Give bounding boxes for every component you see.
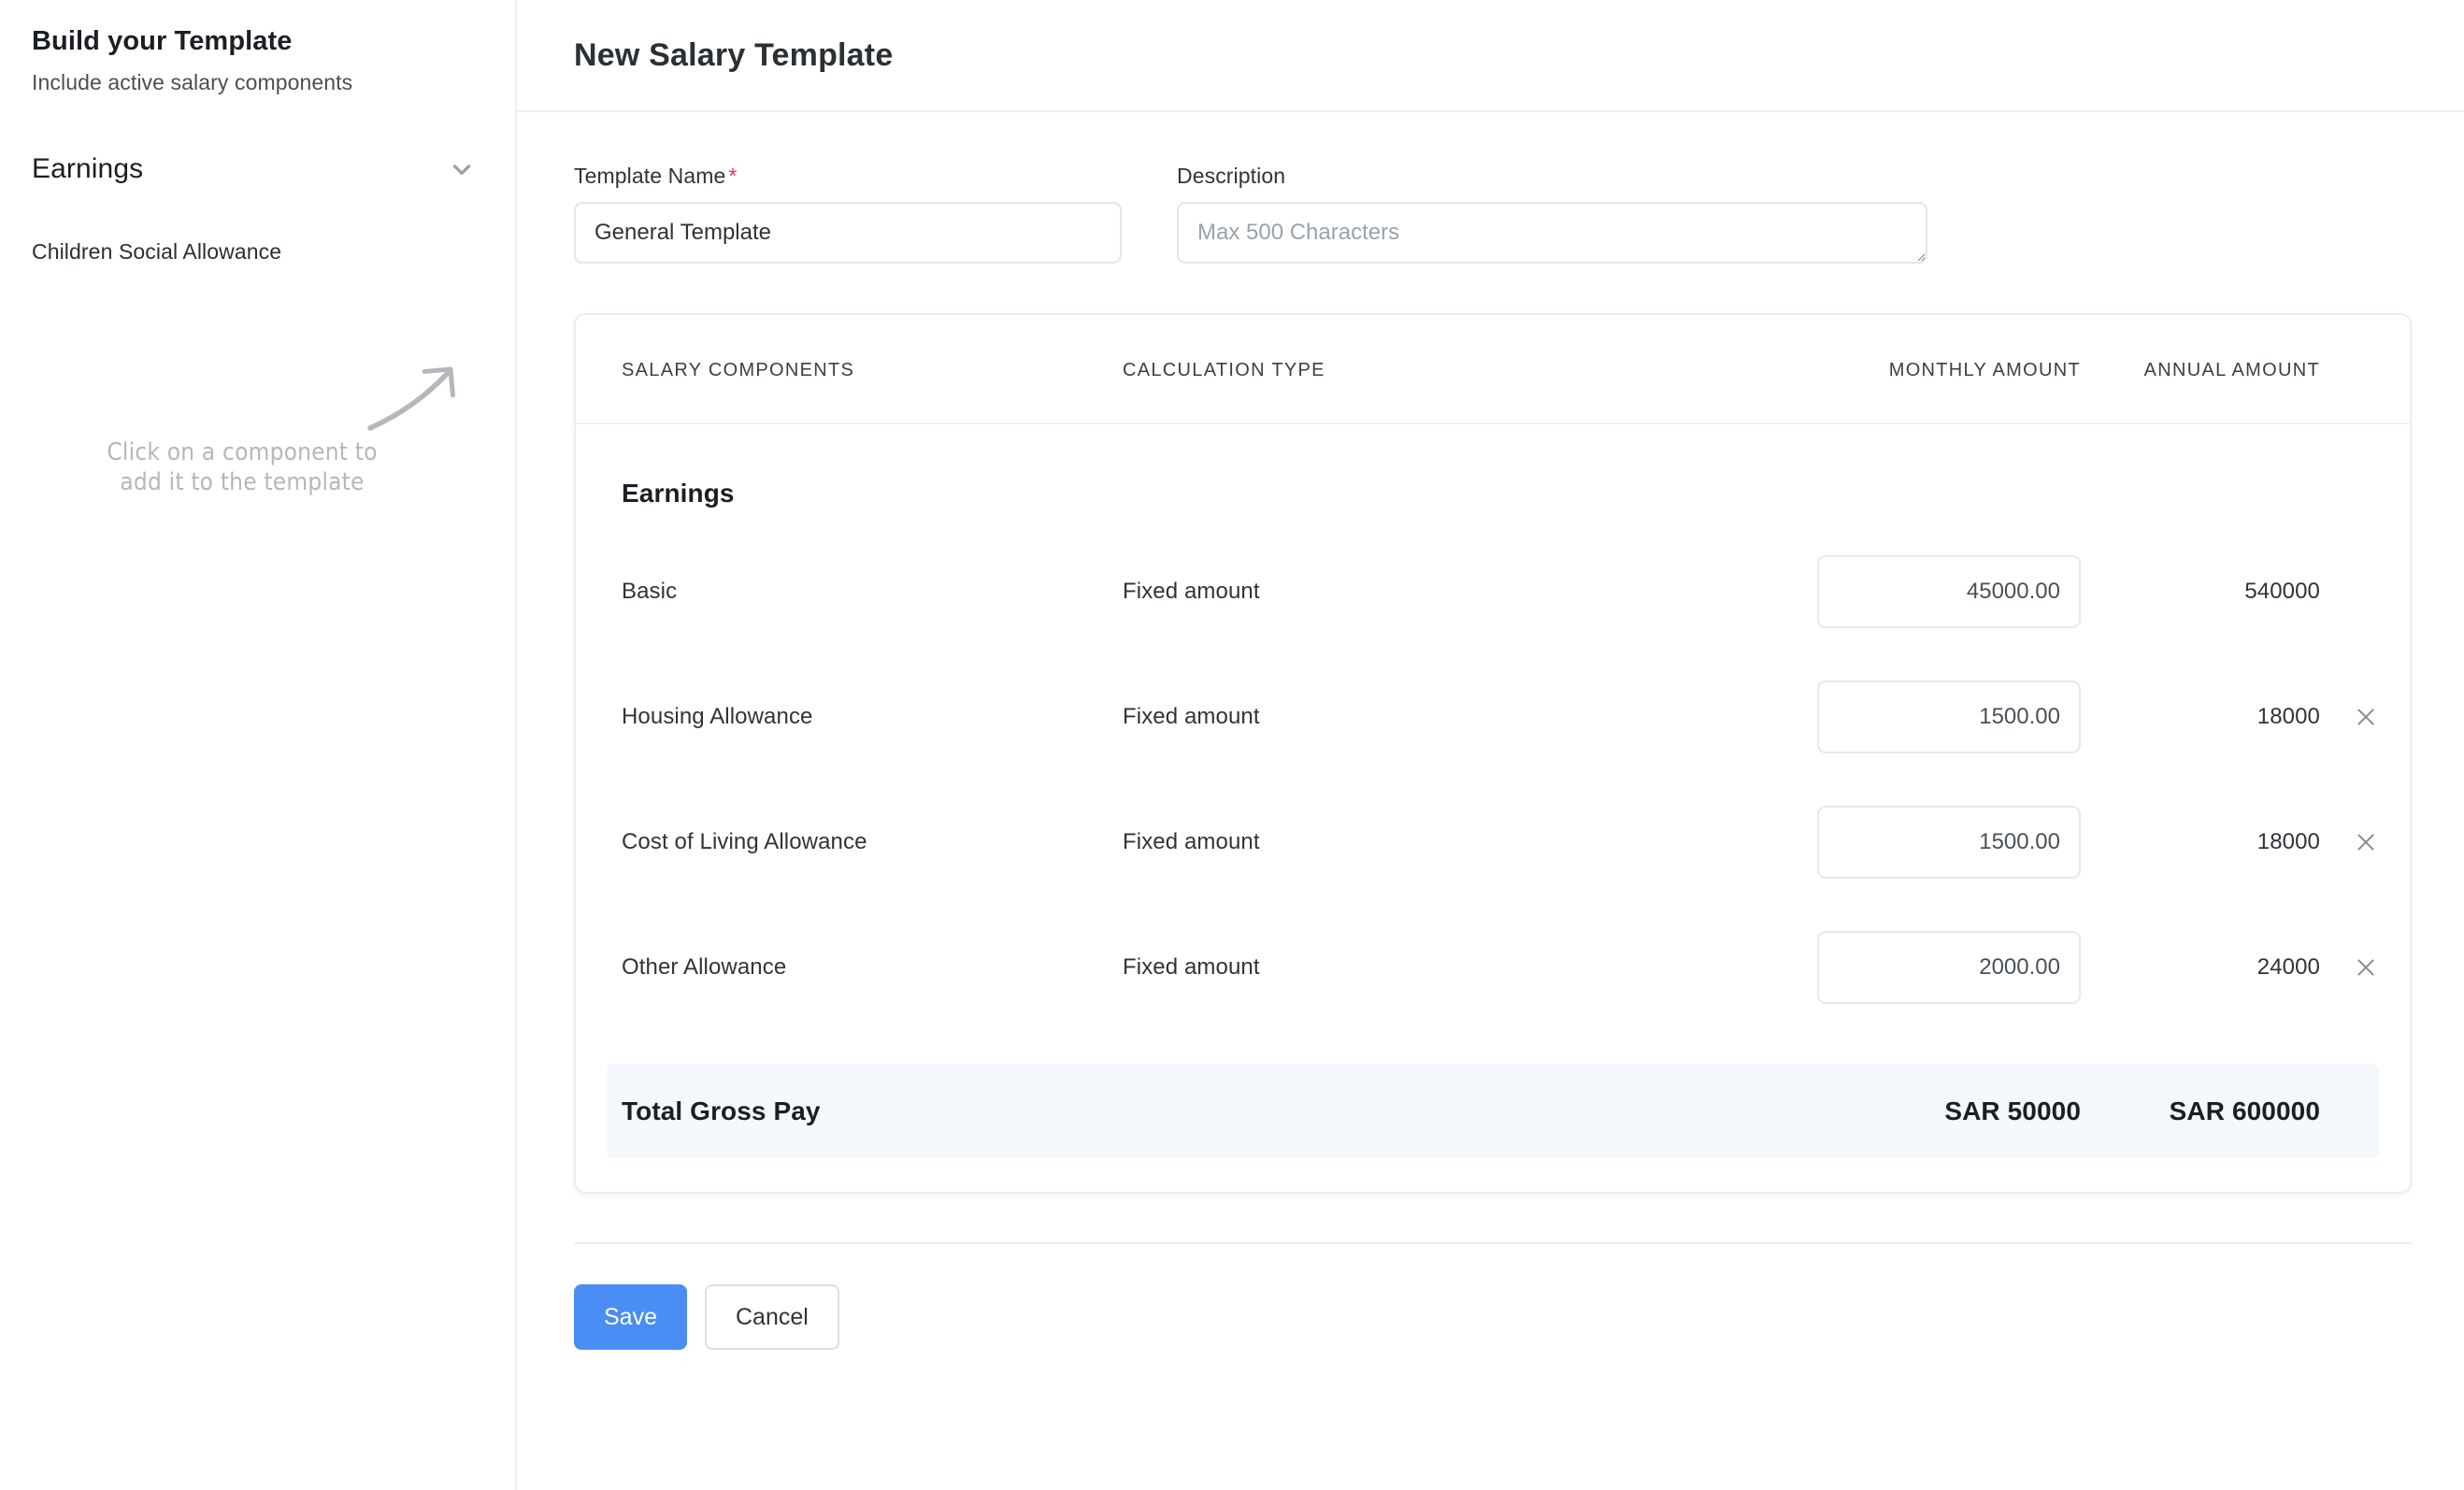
row-calculation-type: Fixed amount: [1123, 780, 1669, 905]
monthly-amount-input[interactable]: [1817, 806, 2081, 879]
column-header-monthly-amount: MONTHLY AMOUNT: [1669, 315, 2081, 423]
row-annual-amount: 18000: [2081, 780, 2320, 905]
column-header-salary-components: SALARY COMPONENTS: [576, 315, 1123, 423]
column-header-actions: [2320, 315, 2410, 423]
required-asterisk: *: [728, 164, 737, 188]
description-label: Description: [1177, 164, 1927, 189]
row-annual-amount: 540000: [2081, 529, 2320, 654]
row-component-name: Housing Allowance: [576, 654, 1123, 780]
cancel-button[interactable]: Cancel: [705, 1284, 839, 1350]
salary-components-card: SALARY COMPONENTS CALCULATION TYPE MONTH…: [574, 313, 2412, 1194]
table-row: Basic Fixed amount 540000: [576, 529, 2410, 654]
row-component-name: Cost of Living Allowance: [576, 780, 1123, 905]
row-monthly-amount-cell: [1669, 529, 2081, 654]
curved-arrow-icon: [366, 361, 469, 434]
total-annual-amount: SAR 600000: [2081, 1096, 2320, 1126]
empty-state-hint: Click on a component to add it to the te…: [0, 361, 517, 548]
row-actions: [2320, 905, 2410, 1030]
row-monthly-amount-cell: [1669, 905, 2081, 1030]
template-builder-sidebar: Build your Template Include active salar…: [0, 0, 517, 1490]
row-calculation-type: Fixed amount: [1123, 905, 1669, 1030]
template-name-field: Template Name*: [574, 164, 1122, 264]
page-header: New Salary Template: [517, 0, 2464, 112]
table-header: SALARY COMPONENTS CALCULATION TYPE MONTH…: [576, 315, 2410, 423]
template-name-label: Template Name*: [574, 164, 1122, 189]
row-monthly-amount-cell: [1669, 654, 2081, 780]
row-calculation-type: Fixed amount: [1123, 529, 1669, 654]
hint-line-1: Click on a component to: [0, 437, 484, 467]
section-title-earnings: Earnings: [576, 423, 2410, 529]
main-panel: New Salary Template Template Name* Descr…: [517, 0, 2464, 1490]
row-component-name: Basic: [576, 529, 1123, 654]
app-root: Build your Template Include active salar…: [0, 0, 2464, 1490]
table-row: Cost of Living Allowance Fixed amount 18…: [576, 780, 2410, 905]
column-header-annual-amount: ANNUAL AMOUNT: [2081, 315, 2320, 423]
template-name-label-text: Template Name: [574, 164, 725, 188]
table-header-row: SALARY COMPONENTS CALCULATION TYPE MONTH…: [576, 315, 2410, 423]
sidebar-item-children-social-allowance[interactable]: Children Social Allowance: [32, 239, 483, 265]
row-monthly-amount-cell: [1669, 780, 2081, 905]
table-row: Other Allowance Fixed amount 24000: [576, 905, 2410, 1030]
row-actions: [2320, 654, 2410, 780]
hint-text: Click on a component to add it to the te…: [0, 437, 484, 497]
table-body: Earnings Basic Fixed amount 540000: [576, 423, 2410, 1030]
row-component-name: Other Allowance: [576, 905, 1123, 1030]
template-form: Template Name* Description: [517, 112, 2464, 264]
close-icon[interactable]: [2350, 701, 2382, 733]
column-header-calculation-type: CALCULATION TYPE: [1123, 315, 1669, 423]
salary-components-table: SALARY COMPONENTS CALCULATION TYPE MONTH…: [576, 315, 2410, 1030]
total-gross-pay-row: Total Gross Pay SAR 50000 SAR 600000: [607, 1064, 2379, 1158]
form-actions: Save Cancel: [517, 1244, 2464, 1350]
table-row: Housing Allowance Fixed amount 18000: [576, 654, 2410, 780]
row-annual-amount: 18000: [2081, 654, 2320, 780]
monthly-amount-input[interactable]: [1817, 555, 2081, 628]
monthly-amount-input[interactable]: [1817, 681, 2081, 753]
sidebar-group-earnings[interactable]: Earnings: [32, 153, 483, 185]
monthly-amount-input[interactable]: [1817, 931, 2081, 1004]
save-button[interactable]: Save: [574, 1284, 687, 1350]
close-icon[interactable]: [2350, 952, 2382, 983]
hint-line-2: add it to the template: [0, 467, 484, 497]
template-name-input[interactable]: [574, 202, 1122, 264]
sidebar-title: Build your Template: [32, 24, 483, 58]
sidebar-group-label: Earnings: [32, 153, 143, 185]
chevron-down-icon[interactable]: [446, 153, 478, 185]
row-calculation-type: Fixed amount: [1123, 654, 1669, 780]
description-textarea[interactable]: [1177, 202, 1927, 264]
page-body: Template Name* Description: [517, 112, 2464, 1490]
row-annual-amount: 24000: [2081, 905, 2320, 1030]
close-icon[interactable]: [2350, 826, 2382, 858]
total-gross-pay-label: Total Gross Pay: [607, 1096, 1153, 1126]
sidebar-subtitle: Include active salary components: [32, 70, 483, 95]
section-header-row: Earnings: [576, 423, 2410, 529]
total-monthly-amount: SAR 50000: [1669, 1096, 2081, 1126]
row-actions: [2320, 780, 2410, 905]
page-title: New Salary Template: [574, 37, 893, 74]
row-actions: [2320, 529, 2410, 654]
remove-placeholder: [2350, 574, 2382, 606]
description-field: Description: [1177, 164, 1927, 264]
